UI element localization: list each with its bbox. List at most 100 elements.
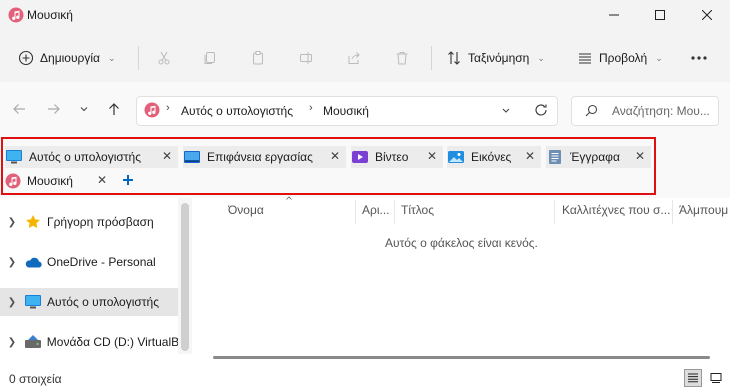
sidebar-item-label: OneDrive - Personal — [47, 255, 156, 269]
minimize-button[interactable] — [591, 0, 637, 30]
rename-button[interactable] — [298, 44, 314, 72]
star-icon — [24, 213, 42, 231]
navigation-bar: › Αυτός ο υπολογιστής › Μουσική Αναζήτησ… — [0, 82, 730, 134]
column-divider[interactable] — [554, 200, 555, 224]
view-button[interactable]: Προβολή ⌄ — [577, 44, 663, 72]
tab-label: Βίντεο — [375, 150, 409, 164]
forward-button[interactable] — [42, 97, 66, 121]
sidebar-item-onedrive[interactable]: ❯ OneDrive - Personal — [0, 248, 178, 276]
tab-label: Επιφάνεια εργασίας — [207, 150, 313, 164]
sidebar-item-label: Μονάδα CD (D:) VirtualB — [46, 335, 178, 349]
rename-icon — [298, 50, 314, 66]
more-icon — [690, 55, 708, 61]
close-icon[interactable]: ✕ — [330, 149, 340, 163]
address-bar[interactable]: › Αυτός ο υπολογιστής › Μουσική — [136, 96, 558, 126]
column-divider[interactable] — [394, 200, 395, 224]
close-icon[interactable]: ✕ — [525, 149, 535, 163]
item-count: 0 στοιχεία — [9, 372, 62, 386]
command-bar: Δημιουργία ⌄ Ταξινόμηση ⌄ Προβολή ⌄ — [0, 32, 730, 82]
music-icon — [144, 102, 160, 118]
tab-documents[interactable]: Έγγραφα ✕ — [546, 146, 651, 168]
tab-this-pc[interactable]: Αυτός ο υπολογιστής ✕ — [5, 146, 178, 168]
cut-button[interactable] — [156, 44, 172, 72]
window-title: Μουσική — [27, 8, 73, 22]
maximize-button[interactable] — [637, 0, 683, 30]
sidebar-item-quick-access[interactable]: ❯ Γρήγορη πρόσβαση — [0, 208, 178, 236]
chevron-right-icon[interactable]: ❯ — [0, 257, 24, 268]
tab-panel: Αυτός ο υπολογιστής ✕ Επιφάνεια εργασίας… — [0, 134, 730, 198]
search-box[interactable]: Αναζήτηση: Μου... — [571, 96, 719, 126]
horizontal-scrollbar[interactable] — [213, 356, 710, 359]
sidebar-item-label: Αυτός ο υπολογιστής — [47, 295, 159, 309]
back-button[interactable] — [7, 97, 31, 121]
chevron-down-icon: ⌄ — [655, 52, 663, 63]
up-button[interactable] — [102, 97, 126, 121]
chevron-right-icon: › — [166, 102, 170, 114]
tab-label: Αυτός ο υπολογιστής — [29, 150, 141, 164]
chevron-right-icon[interactable]: ❯ — [0, 217, 24, 228]
divider — [138, 46, 139, 70]
cd-drive-icon — [24, 333, 42, 351]
close-icon[interactable]: ✕ — [635, 149, 645, 163]
tab-videos[interactable]: Βίντεο ✕ — [351, 146, 443, 168]
tab-label: Εικόνες — [471, 150, 512, 164]
chevron-right-icon: › — [309, 102, 313, 114]
divider — [431, 46, 432, 70]
delete-button[interactable] — [394, 44, 410, 72]
search-placeholder: Αναζήτηση: Μου... — [612, 104, 710, 118]
sort-label: Ταξινόμηση — [468, 51, 530, 65]
share-button[interactable] — [346, 44, 362, 72]
new-tab-button[interactable] — [120, 172, 136, 188]
sort-icon — [446, 50, 462, 66]
column-header-artists[interactable]: Καλλιτέχνες που σ... — [562, 203, 670, 221]
clipboard-icon — [250, 50, 266, 66]
column-divider[interactable] — [355, 200, 356, 224]
details-view-icon — [687, 372, 699, 384]
sidebar-item-cd-drive[interactable]: ❯ Μονάδα CD (D:) VirtualB — [0, 328, 178, 356]
close-icon[interactable]: ✕ — [97, 173, 107, 187]
new-label: Δημιουργία — [40, 51, 100, 65]
sidebar-item-this-pc[interactable]: ❯ Αυτός ο υπολογιστής — [0, 288, 178, 316]
tab-pictures[interactable]: Εικόνες ✕ — [447, 146, 541, 168]
chevron-down-icon: ⌄ — [537, 52, 545, 63]
plus-icon — [120, 172, 136, 188]
breadcrumb-music[interactable]: Μουσική — [323, 104, 369, 118]
close-icon[interactable]: ✕ — [162, 149, 172, 163]
tiles-view-icon — [710, 372, 722, 384]
new-button[interactable]: Δημιουργία ⌄ — [18, 44, 115, 72]
column-header-number[interactable]: Αρι... — [362, 203, 392, 221]
more-options-button[interactable] — [690, 44, 708, 72]
trash-icon — [394, 50, 410, 66]
title-bar: Μουσική — [0, 0, 730, 32]
recent-locations-button[interactable] — [74, 97, 94, 121]
plus-circle-icon — [18, 50, 34, 66]
copy-button[interactable] — [202, 44, 218, 72]
tab-music[interactable]: Μουσική ✕ — [5, 170, 113, 192]
music-icon — [8, 7, 24, 23]
file-list — [193, 198, 730, 366]
sort-button[interactable]: Ταξινόμηση ⌄ — [446, 44, 545, 72]
video-icon — [351, 149, 369, 165]
navigation-pane: ❯ Γρήγορη πρόσβαση ❯ OneDrive - Personal… — [0, 198, 193, 366]
arrow-up-icon — [107, 102, 121, 116]
chevron-down-icon[interactable] — [502, 102, 510, 118]
arrow-left-icon — [12, 102, 26, 116]
column-header-title[interactable]: Τίτλος — [401, 203, 551, 221]
details-view-button[interactable] — [684, 369, 702, 387]
sidebar-scrollbar-thumb[interactable] — [181, 203, 189, 351]
search-icon — [585, 104, 598, 117]
refresh-icon[interactable] — [534, 103, 548, 117]
paste-button[interactable] — [250, 44, 266, 72]
tab-desktop[interactable]: Επιφάνεια εργασίας ✕ — [183, 146, 346, 168]
chevron-right-icon[interactable]: ❯ — [0, 337, 24, 348]
breadcrumb-this-pc[interactable]: Αυτός ο υπολογιστής — [181, 104, 293, 118]
close-icon[interactable]: ✕ — [427, 149, 437, 163]
tab-label: Έγγραφα — [570, 150, 620, 164]
documents-icon — [546, 149, 564, 165]
column-divider[interactable] — [672, 200, 673, 224]
chevron-right-icon[interactable]: ❯ — [0, 297, 24, 308]
column-header-name[interactable]: Όνομα — [228, 203, 352, 221]
column-header-album[interactable]: Άλμπουμ — [679, 203, 730, 221]
tiles-view-button[interactable] — [707, 369, 725, 387]
close-button[interactable] — [684, 0, 730, 30]
